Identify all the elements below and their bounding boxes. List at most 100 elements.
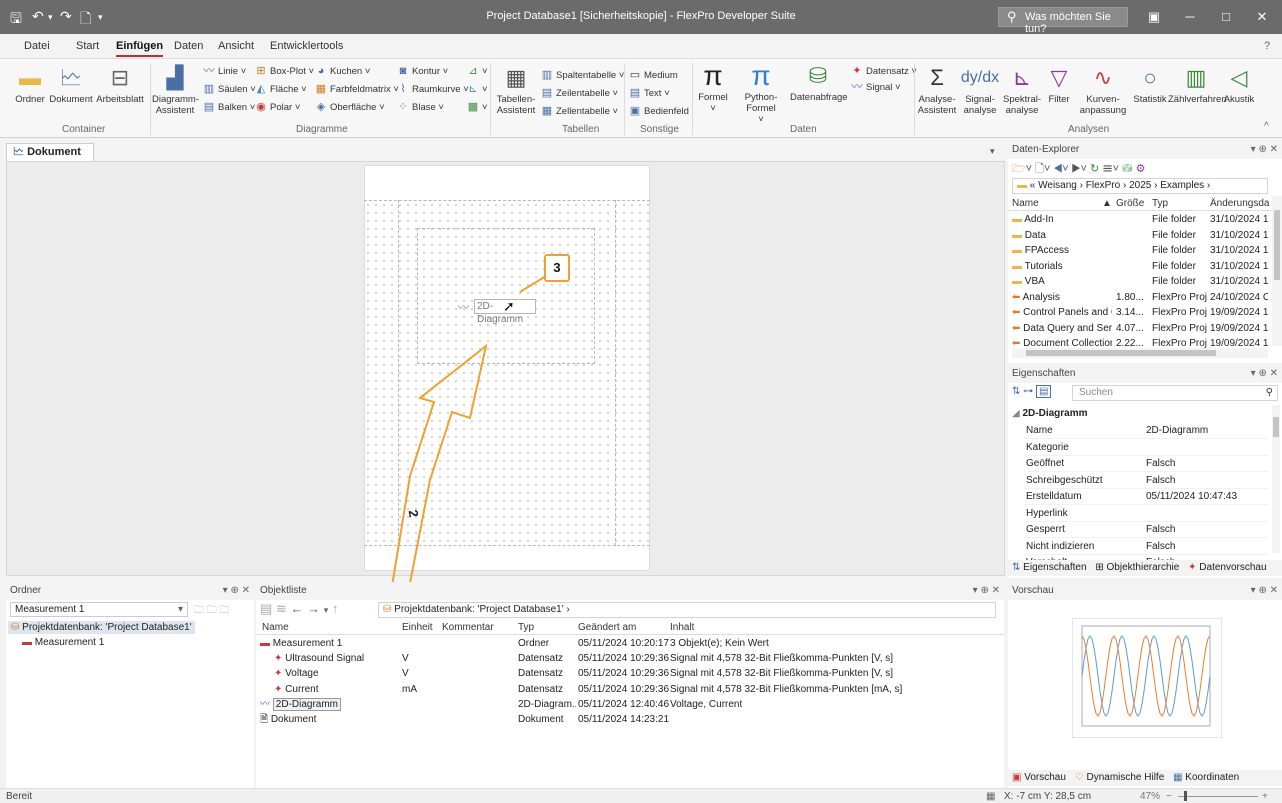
property-row[interactable]: Name 2D-Diagramm	[1024, 422, 1268, 439]
objlist-row[interactable]: ✦ Voltage V Datensatz 05/11/2024 10:29:36 Si…	[256, 666, 1004, 681]
breadcrumb-weisang[interactable]: Weisang	[1038, 180, 1077, 191]
col-name[interactable]: Name	[1012, 196, 1039, 211]
properties-tabs: ⇅ Eigenschaften ⊞ Objekthierarchie ✦ Dat…	[1008, 560, 1282, 576]
objlist-row[interactable]: ✦ Current mA Datensatz 05/11/2024 10:29:36 S…	[256, 682, 1004, 697]
explorer-row[interactable]: ⬅ Data Query and Seri... 4.07... FlexPro P…	[1008, 321, 1282, 336]
explorer-row-name: Data Query and Seri...	[1023, 322, 1112, 334]
col-name[interactable]: Name	[262, 620, 289, 635]
property-key: Gesperrt	[1026, 524, 1065, 535]
col-typ[interactable]: Typ	[518, 620, 534, 635]
objlist-path[interactable]: ⛁ Projektdatenbank: 'Project Database1' …	[378, 602, 996, 618]
data-preview-icon: ✦	[1188, 562, 1197, 573]
col-inhalt[interactable]: Inhalt	[670, 620, 694, 635]
tree-item-measurement[interactable]: ▬ Measurement 1	[22, 635, 254, 650]
col-date[interactable]: Änderungsda	[1210, 196, 1272, 211]
tab-koordinaten[interactable]: Koordinaten	[1185, 772, 1239, 783]
history-dropdown-icon[interactable]: ▾	[324, 605, 329, 615]
explorer-vscroll[interactable]	[1272, 196, 1282, 346]
zoom-out-icon[interactable]: −	[1166, 789, 1172, 803]
property-row[interactable]: Schreibgeschützt Falsch	[1024, 472, 1268, 489]
zoom-in-icon[interactable]: +	[1262, 789, 1268, 803]
property-pages-icon[interactable]: ▤	[1035, 385, 1052, 398]
forward-icon[interactable]: ▶	[1072, 163, 1081, 175]
breadcrumb-examples[interactable]: Examples	[1160, 180, 1204, 191]
tab-dynamische-hilfe[interactable]: Dynamische Hilfe	[1086, 772, 1164, 783]
view-mode-icon[interactable]: ▤	[260, 601, 272, 616]
folder-icon: ▬	[1012, 260, 1022, 272]
col-geaendert[interactable]: Geändert am	[578, 620, 636, 635]
explorer-row[interactable]: ▬ Tutorials File folder 31/10/2024 1	[1008, 259, 1282, 274]
filter-icon[interactable]: ≋	[276, 601, 287, 616]
property-row[interactable]: Geöffnet Falsch	[1024, 455, 1268, 472]
up-arrow-icon[interactable]: ↑	[332, 601, 339, 616]
explorer-row[interactable]: ▬ VBA File folder 31/10/2024 1	[1008, 274, 1282, 289]
col-kommentar[interactable]: Kommentar	[442, 620, 494, 635]
properties-search-input[interactable]: Suchen ⚲	[1072, 385, 1278, 401]
panel-controls-icon[interactable]: ▾ ⊕ ✕	[1251, 141, 1278, 159]
objlist-row[interactable]: ▬ Measurement 1 Ordner 05/11/2024 10:20:17…	[256, 636, 1004, 651]
objlist-row-unit: V	[402, 668, 409, 680]
breadcrumb[interactable]: ▬ « Weisang › FlexPro › 2025 › Examples …	[1012, 178, 1268, 194]
breadcrumb-2025[interactable]: 2025	[1129, 180, 1151, 191]
tab-eigenschaften[interactable]: Eigenschaften	[1023, 562, 1086, 573]
breadcrumb-folder-icon: ▬	[1017, 180, 1027, 191]
col-size[interactable]: Größe	[1116, 196, 1144, 211]
property-row[interactable]: Erstelldatum 05/11/2024 10:47:43	[1024, 488, 1268, 505]
explorer-row-date: 31/10/2024 1	[1210, 245, 1268, 256]
panel-controls-icon[interactable]: ▾ ⊕ ✕	[1251, 365, 1278, 383]
explorer-hscroll[interactable]	[1012, 348, 1268, 358]
objlist-row[interactable]: ✦ Ultrasound Signal V Datensatz 05/11/2024 …	[256, 651, 1004, 666]
panel-controls-icon[interactable]: ▾ ⊕ ✕	[223, 582, 250, 600]
explorer-row[interactable]: ▬ Data File folder 31/10/2024 1	[1008, 228, 1282, 243]
property-row[interactable]: Kategorie	[1024, 439, 1268, 456]
folder-panel: Ordner ▾ ⊕ ✕ Measurement 1 ▾ 🗀 🗀 🗀 ⛁ Proje…	[6, 582, 254, 788]
properties-section[interactable]: ◢ 2D-Diagramm	[1012, 405, 1088, 422]
diagram-icon: 〰	[260, 698, 270, 710]
database-icon[interactable]: ⛁	[1122, 163, 1132, 175]
property-row[interactable]: Gesperrt Falsch	[1024, 521, 1268, 538]
back-icon[interactable]: ◀	[1053, 163, 1062, 175]
props-toolbar: ⇅ ⊶ ▤	[1012, 385, 1052, 398]
objlist-row-content: Voltage, Current	[670, 698, 743, 710]
forward-arrow-icon[interactable]: →	[307, 601, 320, 616]
tab-vorschau[interactable]: Vorschau	[1024, 772, 1066, 783]
panel-controls-icon[interactable]: ▾ ⊕ ✕	[973, 582, 1000, 600]
explorer-row[interactable]: ▬ FPAccess File folder 31/10/2024 1	[1008, 243, 1282, 258]
view-icon[interactable]: ☰	[1102, 163, 1112, 175]
objlist-row-name: Measurement 1	[272, 638, 343, 649]
explorer-row[interactable]: ⬅ Control Panels and C... 3.14... FlexPro …	[1008, 305, 1282, 320]
sort-alpha-icon[interactable]: ⇅	[1012, 386, 1020, 397]
panel-controls-icon[interactable]: ▾ ⊕ ✕	[1251, 582, 1278, 600]
hierarchy-icon: ⊞	[1095, 562, 1104, 573]
folder-icon: ▬	[22, 637, 32, 648]
objlist-row[interactable]: 🗎 Dokument Dokument 05/11/2024 14:23:21	[256, 712, 1004, 727]
folder-nav-icons[interactable]: 🗀 🗀 🗀	[194, 603, 230, 620]
objlist-row-date: 05/11/2024 10:29:36	[578, 683, 670, 695]
folder-select[interactable]: Measurement 1 ▾	[10, 602, 188, 617]
col-type[interactable]: Typ	[1152, 196, 1168, 211]
categorize-icon[interactable]: ⊶	[1023, 386, 1033, 397]
objlist-row-name: 2D-Diagramm	[272, 697, 342, 711]
explorer-row[interactable]: ⬅ Analysis 1.80... FlexPro Proj...24/10/20…	[1008, 290, 1282, 305]
breadcrumb-flexpro[interactable]: FlexPro	[1086, 180, 1120, 191]
new-icon[interactable]: 🗋	[1035, 163, 1044, 175]
settings-icon[interactable]: ⚙	[1136, 163, 1146, 175]
zoom-slider[interactable]	[1178, 791, 1258, 801]
tab-objekthierarchie[interactable]: Objekthierarchie	[1107, 562, 1180, 573]
properties-vscroll[interactable]	[1272, 405, 1280, 553]
open-icon[interactable]: 🗁	[1012, 163, 1026, 175]
explorer-row[interactable]: ▬ Add-In File folder 31/10/2024 1	[1008, 212, 1282, 227]
back-arrow-icon[interactable]: ←	[290, 601, 303, 616]
property-row[interactable]: Hyperlink	[1024, 505, 1268, 522]
tree-root[interactable]: ⛁ Projektdatenbank: 'Project Database1'	[8, 620, 254, 635]
objlist-row-name: Voltage	[285, 668, 319, 680]
refresh-icon[interactable]: ↻	[1090, 163, 1099, 175]
explorer-row-name: Data	[1024, 229, 1046, 241]
property-row[interactable]: Nicht indizieren Falsch	[1024, 538, 1268, 555]
explorer-row-date: 19/09/2024 1	[1210, 322, 1268, 334]
objlist-row[interactable]: 〰 2D-Diagramm 2D-Diagram... 05/11/2024 12:…	[256, 697, 1004, 712]
col-einheit[interactable]: Einheit	[402, 620, 433, 635]
explorer-row-date: 31/10/2024 1	[1210, 260, 1268, 272]
preview-title: Vorschau	[1012, 585, 1054, 596]
tab-datenvorschau[interactable]: Datenvorschau	[1199, 562, 1266, 573]
